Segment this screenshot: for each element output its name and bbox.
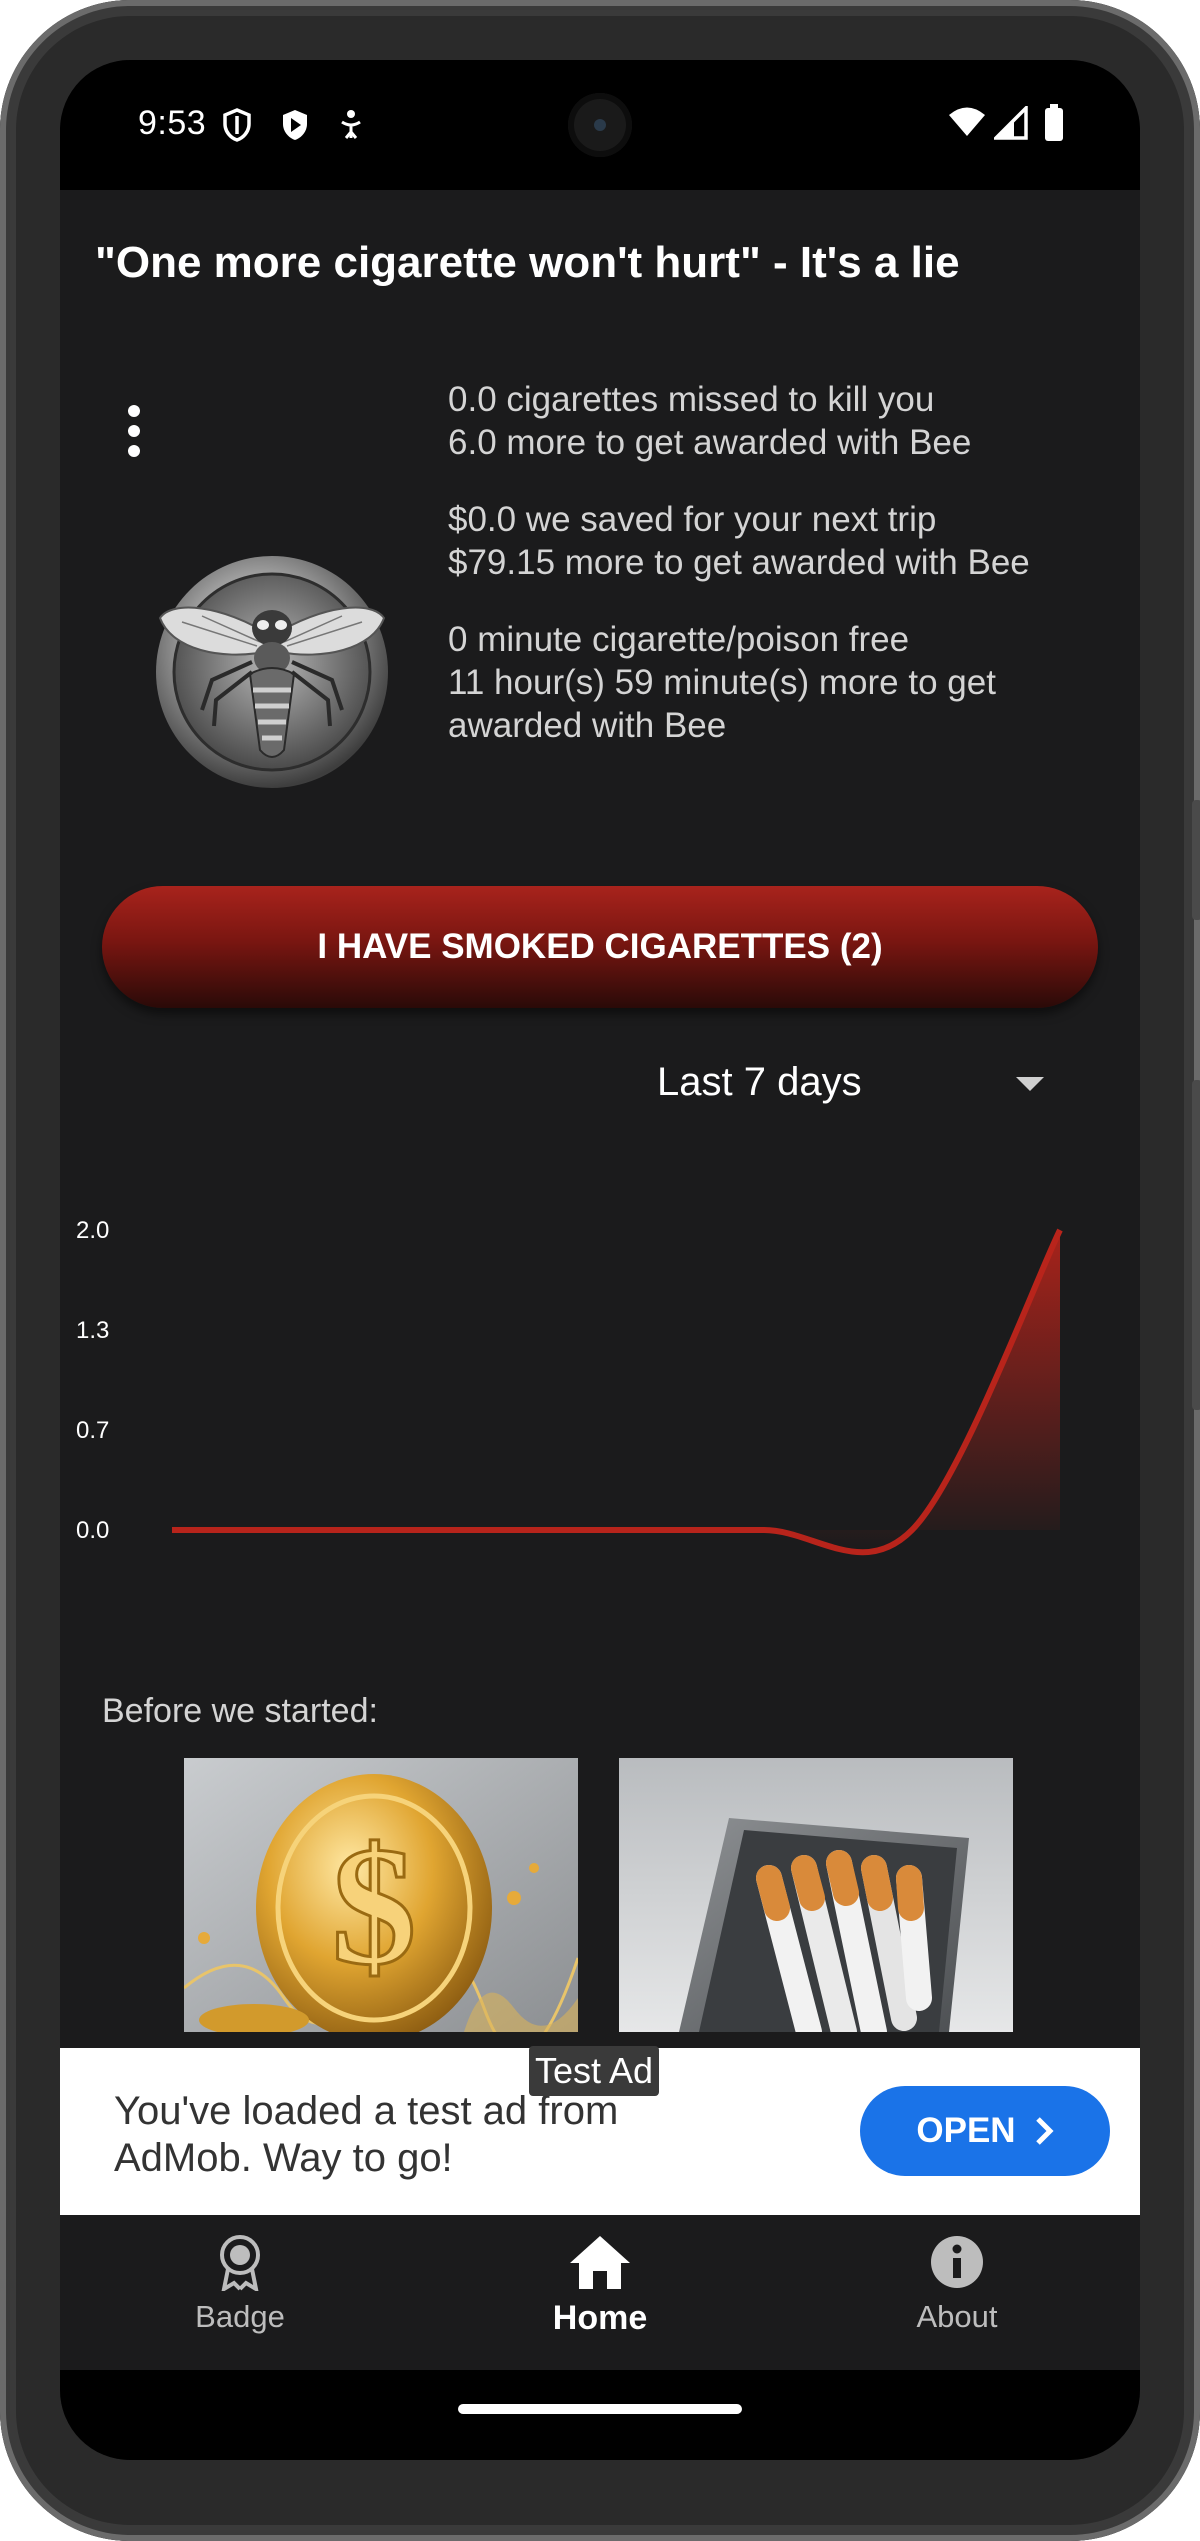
cigarettes-chart: 2.0 1.3 0.7 0.0 [76, 1217, 1063, 1556]
wifi-icon [949, 107, 985, 136]
home-icon [570, 2236, 630, 2289]
nav-label-about: About [916, 2299, 998, 2334]
accessibility-icon [341, 110, 361, 139]
progress-stats: 0.0 cigarettes missed to kill you 6.0 mor… [448, 378, 1088, 781]
front-camera [568, 93, 632, 157]
ad-open-label: OPEN [916, 2111, 1016, 2150]
svg-text:$: $ [332, 1812, 417, 2000]
ad-banner[interactable]: You've loaded a test ad from AdMob. Way … [60, 2046, 1140, 2215]
system-gesture-area [60, 2370, 1140, 2460]
volume-button [1192, 800, 1200, 920]
money-coin-image: $ [184, 1758, 578, 2032]
smoked-cigarettes-button[interactable]: I HAVE SMOKED CIGARETTES (2) [102, 886, 1098, 1008]
screen: 9:53 "One more cigarette won't hurt" - I… [60, 60, 1140, 2460]
nav-item-about[interactable]: About [857, 2233, 1057, 2335]
test-ad-label: Test Ad [529, 2046, 660, 2096]
shield-icon [223, 108, 251, 142]
period-dropdown[interactable]: Last 7 days [657, 1060, 862, 1105]
info-icon [931, 2236, 983, 2288]
bottom-navigation: Badge Home About [60, 2215, 1140, 2370]
chevron-right-icon [1035, 2117, 1054, 2145]
page-title: "One more cigarette won't hurt" - It's a… [95, 238, 960, 287]
chart-series-line [171, 1228, 1063, 1556]
time-free-text: 0 minute cigarette/poison free [448, 620, 910, 659]
time-stat: 0 minute cigarette/poison free 11 hour(s)… [448, 618, 1088, 747]
nav-label-home: Home [552, 2299, 648, 2337]
phone-frame: 9:53 "One more cigarette won't hurt" - I… [0, 0, 1200, 2541]
more-options-icon[interactable] [120, 405, 150, 469]
nav-item-home[interactable]: Home [500, 2233, 700, 2338]
ad-text[interactable]: You've loaded a test ad from AdMob. Way … [114, 2088, 734, 2182]
cigarettes-missed-text: 0.0 cigarettes missed to kill you [448, 380, 935, 419]
before-section-label: Before we started: [102, 1692, 378, 1730]
ad-open-button[interactable]: OPEN [860, 2086, 1110, 2176]
chevron-down-icon[interactable] [1016, 1077, 1044, 1091]
money-remaining-text: $79.15 more to get awarded with Bee [448, 543, 1030, 582]
award-icon [220, 2235, 260, 2291]
y-tick-label: 1.3 [76, 1317, 109, 1344]
y-tick-label: 0.7 [76, 1417, 109, 1444]
battery-icon [1045, 104, 1063, 141]
cigarettes-stat: 0.0 cigarettes missed to kill you 6.0 mor… [448, 378, 1088, 464]
time-remaining-text: 11 hour(s) 59 minute(s) more to get awar… [448, 663, 996, 745]
cigarettes-remaining-text: 6.0 more to get awarded with Bee [448, 423, 972, 462]
y-tick-label: 0.0 [76, 1517, 109, 1544]
play-protect-icon [283, 110, 307, 140]
signal-icon [994, 106, 1028, 140]
y-tick-label: 2.0 [76, 1217, 109, 1244]
money-stat: $0.0 we saved for your next trip $79.15 m… [448, 498, 1088, 584]
cigarettes-tin-image [619, 1758, 1013, 2032]
home-gesture-bar[interactable] [458, 2404, 742, 2414]
nav-label-badge: Badge [195, 2299, 285, 2334]
status-bar: 9:53 [60, 60, 1140, 190]
status-time: 9:53 [138, 104, 207, 142]
money-saved-text: $0.0 we saved for your next trip [448, 500, 937, 539]
chart-area-fill [172, 1230, 1060, 1553]
power-button [1192, 1080, 1200, 1410]
bee-badge-image [156, 556, 388, 788]
nav-item-badge[interactable]: Badge [140, 2233, 340, 2335]
